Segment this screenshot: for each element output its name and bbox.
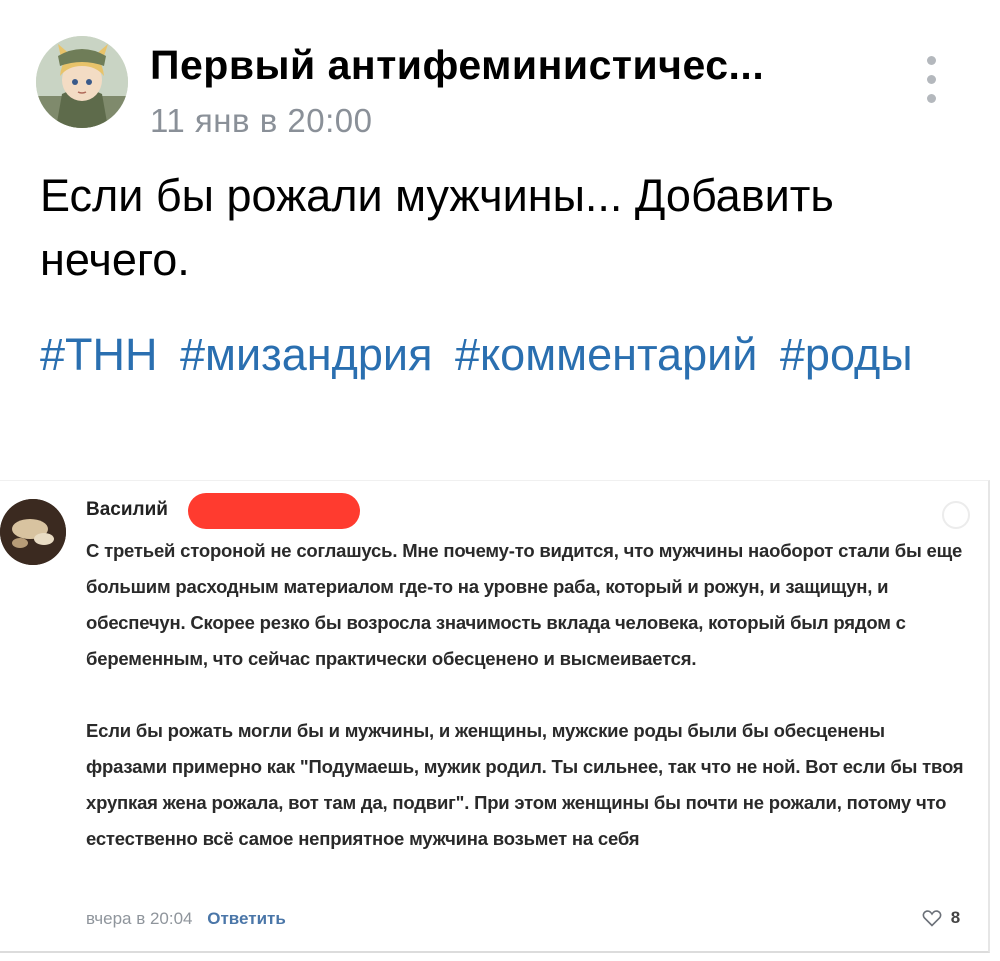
comment-author-avatar xyxy=(0,499,66,565)
hashtag-link[interactable]: #роды xyxy=(780,329,913,380)
heart-icon xyxy=(922,909,942,927)
reply-button[interactable]: Ответить xyxy=(207,909,286,928)
like-count: 8 xyxy=(950,907,961,927)
hashtag-link[interactable]: #ТНН xyxy=(40,329,158,380)
group-avatar[interactable] xyxy=(36,36,128,128)
comment-footer: вчера в 20:04 Ответить xyxy=(86,909,286,929)
post-text: Если бы рожали мужчины... Добавить нечег… xyxy=(40,170,834,285)
menu-dot xyxy=(927,94,936,103)
group-name[interactable]: Первый антифеминистичес... xyxy=(150,42,764,89)
redaction-mark xyxy=(188,493,360,529)
menu-dot xyxy=(927,75,936,84)
post-timestamp[interactable]: 11 янв в 20:00 xyxy=(150,102,373,140)
hashtag-list: #ТНН #мизандрия #комментарий #роды xyxy=(40,322,940,388)
anime-girl-avatar-icon xyxy=(36,36,128,128)
like-button[interactable]: 8 xyxy=(922,907,960,931)
post-header: Первый антифеминистичес... 11 янв в 20:0… xyxy=(0,0,1000,150)
comment-screenshot: Василий С третьей стороной не соглашусь.… xyxy=(0,480,990,953)
comment-paragraph: С третьей стороной не соглашусь. Мне поч… xyxy=(86,540,963,669)
comment-paragraph: Если бы рожать могли бы и мужчины, и жен… xyxy=(86,720,964,849)
more-vertical-icon[interactable] xyxy=(918,52,948,108)
author-photo-icon xyxy=(0,499,66,565)
hashtag-link[interactable]: #мизандрия xyxy=(180,329,432,380)
comment-body: С третьей стороной не соглашусь. Мне поч… xyxy=(86,533,966,857)
comment-timestamp: вчера в 20:04 xyxy=(86,909,193,928)
menu-dot xyxy=(927,56,936,65)
comment-menu-icon[interactable] xyxy=(942,501,970,529)
comment-author-name[interactable]: Василий xyxy=(86,499,168,521)
hashtag-link[interactable]: #комментарий xyxy=(455,329,757,380)
